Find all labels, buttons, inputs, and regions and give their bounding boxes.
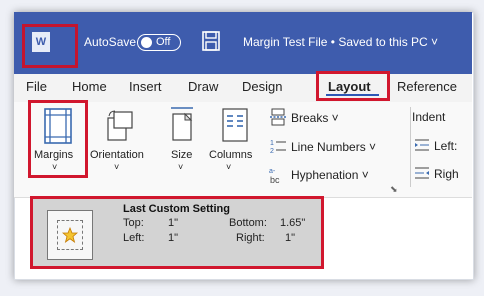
highlight-box-layout-tab: [316, 71, 390, 101]
orientation-icon: [107, 110, 133, 141]
svg-text:1: 1: [270, 140, 274, 147]
tab-draw[interactable]: Draw: [188, 79, 218, 94]
columns-button-label[interactable]: Columns: [209, 149, 252, 161]
toggle-knob: [141, 37, 152, 48]
autosave-state-label: Off: [156, 36, 171, 48]
hyphenation-icon: a- bc: [269, 168, 280, 185]
indent-right-icon: [415, 167, 429, 179]
hyphenation-button[interactable]: Hyphenation ˅: [291, 168, 369, 182]
size-button-label[interactable]: Size: [171, 149, 192, 161]
indent-left-icon: [415, 139, 429, 151]
star-icon: [62, 227, 78, 243]
highlight-box-app-icon: [22, 24, 78, 68]
chevron-down-icon[interactable]: ˅: [178, 162, 183, 172]
left-margin-label: Left:: [123, 232, 145, 244]
page-setup-launcher-icon[interactable]: ⬊: [390, 184, 398, 195]
left-margin-value: 1": [168, 232, 179, 244]
indent-left-label[interactable]: Left:: [434, 139, 457, 153]
top-margin-value: 1": [168, 217, 179, 229]
tab-design[interactable]: Design: [242, 79, 282, 94]
group-divider: [410, 107, 411, 187]
svg-text:2: 2: [270, 148, 274, 155]
columns-icon: [222, 108, 248, 142]
breaks-button[interactable]: Breaks ˅: [291, 111, 339, 125]
tab-file[interactable]: File: [26, 79, 47, 94]
save-icon[interactable]: [202, 31, 220, 51]
chevron-down-icon[interactable]: ˅: [226, 162, 231, 172]
autosave-label: AutoSave: [84, 35, 137, 49]
line-numbers-button[interactable]: Line Numbers ˅: [291, 140, 376, 154]
title-bar: W AutoSave Off Margin Test File • Saved …: [14, 12, 472, 74]
svg-text:a-: a-: [269, 168, 276, 175]
indent-right-label[interactable]: Righ: [434, 167, 459, 181]
tab-insert[interactable]: Insert: [129, 79, 162, 94]
highlight-box-margins-button: [28, 100, 88, 178]
margin-option-title: Last Custom Setting: [123, 203, 230, 215]
bottom-margin-value: 1.65": [280, 217, 306, 229]
indent-group-label: Indent: [412, 110, 446, 124]
ribbon-tabs: File Home Insert Draw Design Layout Refe…: [14, 74, 472, 102]
document-title[interactable]: Margin Test File • Saved to this PC ˅: [243, 35, 438, 49]
right-margin-value: 1": [285, 232, 296, 244]
right-margin-label: Right:: [236, 232, 265, 244]
top-margin-label: Top:: [123, 217, 144, 229]
autosave-toggle[interactable]: Off: [137, 34, 181, 51]
breaks-icon: [270, 108, 286, 126]
margin-option-last-custom[interactable]: Last Custom Setting Top: 1" Bottom: 1.65…: [30, 196, 324, 269]
line-numbers-icon: 1 2: [270, 140, 286, 155]
page-size-icon: [171, 107, 193, 141]
bottom-margin-label: Bottom:: [229, 217, 267, 229]
orientation-button-label[interactable]: Orientation: [90, 149, 144, 161]
margin-preview-thumbnail: [47, 210, 93, 260]
chevron-down-icon[interactable]: ˅: [114, 162, 119, 172]
tab-home[interactable]: Home: [72, 79, 107, 94]
tab-references[interactable]: Reference: [397, 79, 457, 94]
svg-text:bc: bc: [270, 175, 280, 185]
